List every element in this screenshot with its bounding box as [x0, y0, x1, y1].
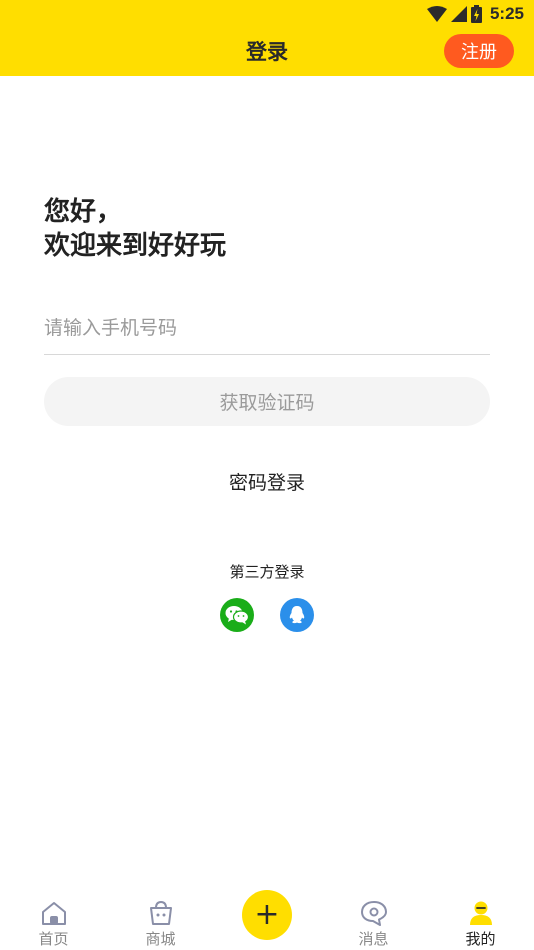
qq-login-button[interactable]: [280, 598, 314, 632]
tab-messages-label: 消息: [358, 930, 389, 948]
qq-icon: [289, 606, 305, 624]
third-party-login-label: 第三方登录: [229, 563, 305, 581]
create-plus-button[interactable]: +: [242, 890, 292, 940]
tab-profile-label: 我的: [465, 930, 496, 948]
tab-home[interactable]: 首页: [0, 888, 107, 950]
home-icon: [41, 902, 66, 925]
top-bar: 5:25 登录 注册: [0, 0, 534, 76]
plus-icon: +: [254, 897, 280, 932]
battery-icon: [470, 5, 482, 23]
status-bar: 5:25: [426, 3, 524, 25]
phone-field: [44, 310, 490, 355]
profile-icon: [469, 901, 492, 925]
message-icon: [360, 901, 387, 926]
wechat-login-button[interactable]: [220, 598, 254, 632]
shopping-bag-icon: [149, 900, 172, 925]
wifi-icon: [426, 6, 447, 22]
get-verification-code-button[interactable]: 获取验证码: [44, 377, 490, 426]
password-login-link: 密码登录: [0, 468, 534, 495]
greeting-line-1: 您好，: [44, 197, 123, 227]
password-login-label[interactable]: 密码登录: [229, 472, 305, 494]
third-party-login-icons: [0, 598, 534, 632]
tab-mall-label: 商城: [145, 930, 176, 948]
register-button[interactable]: 注册: [444, 34, 514, 68]
tab-mall[interactable]: 商城: [107, 888, 214, 950]
tab-messages[interactable]: 消息: [320, 888, 427, 950]
phone-input[interactable]: [44, 310, 490, 346]
wechat-icon: [225, 606, 249, 625]
greeting-line-2: 欢迎来到好好玩: [44, 231, 227, 261]
greeting: 您好， 欢迎来到好好玩: [44, 195, 226, 263]
status-time: 5:25: [489, 4, 524, 23]
tab-home-label: 首页: [38, 930, 69, 948]
tab-profile[interactable]: 我的: [427, 888, 534, 950]
cellular-signal-icon: [450, 6, 467, 22]
